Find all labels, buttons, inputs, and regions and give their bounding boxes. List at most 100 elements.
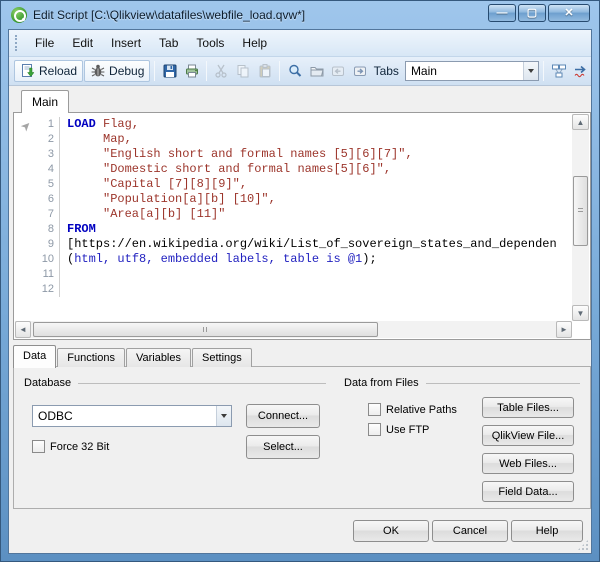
reload-button[interactable]: Reload [14, 60, 84, 82]
connect-button[interactable]: Connect... [246, 404, 320, 428]
scroll-up-icon[interactable]: ▲ [572, 114, 589, 130]
vertical-scrollbar[interactable]: ▲ ▼ [572, 114, 589, 321]
data-from-files-group: Data from Files Relative Paths Use FTP T… [344, 377, 580, 517]
tab-variables[interactable]: Variables [125, 348, 191, 367]
code-line: 11 [14, 267, 572, 282]
forward-icon [354, 66, 367, 76]
line-number: 12 [14, 282, 60, 297]
menu-item-insert[interactable]: Insert [102, 32, 150, 54]
table-viewer-button[interactable] [548, 60, 569, 82]
code-line: 12 [14, 282, 572, 297]
title-bar[interactable]: Edit Script [C:\Qlikview\datafiles\webfi… [1, 1, 599, 29]
toolbar: Reload Debug Tabs Main [9, 57, 591, 86]
save-button[interactable] [159, 60, 180, 82]
window-title: Edit Script [C:\Qlikview\datafiles\webfi… [33, 8, 306, 22]
menu-item-tab[interactable]: Tab [150, 32, 187, 54]
table-files-button[interactable]: Table Files... [482, 397, 574, 418]
back-button[interactable] [328, 60, 349, 82]
code-text: "English short and formal names [5][6][7… [67, 147, 413, 161]
syntax-check-icon [574, 65, 586, 78]
qlikview-file-button[interactable]: QlikView File... [482, 425, 574, 446]
code-text: "Domestic short and formal names[5][6]", [67, 162, 392, 176]
debug-label: Debug [109, 64, 145, 78]
tab-data[interactable]: Data [13, 345, 57, 368]
code-text: FROM [67, 222, 96, 236]
database-group: Database ODBC Connect... Force 32 Bit Se… [24, 377, 326, 472]
copy-button[interactable] [233, 60, 254, 82]
code-line: 7 "Area[a][b] [11]" [14, 207, 572, 222]
help-button[interactable]: Help [511, 520, 583, 542]
tabs-label: Tabs [373, 64, 399, 78]
editor-surface[interactable]: ➤ 1 LOAD Flag, 2 Map, 3 "English short and … [13, 112, 591, 340]
scroll-right-icon[interactable]: ► [556, 321, 572, 338]
line-number: 3 [14, 147, 60, 162]
menu-item-file[interactable]: File [26, 32, 63, 54]
force-32-bit-label: Force 32 Bit [50, 440, 110, 453]
relative-paths-checkbox[interactable]: Relative Paths [368, 403, 457, 416]
code-line: 4 "Domestic short and formal names[5][6]… [14, 162, 572, 177]
forward-button[interactable] [350, 60, 371, 82]
vertical-scrollbar-thumb[interactable] [573, 176, 588, 247]
tab-selector-combobox[interactable]: Main [404, 61, 540, 81]
menu-item-help[interactable]: Help [233, 32, 276, 54]
menu-grip-handle[interactable] [15, 35, 18, 51]
menu-bar: File Edit Insert Tab Tools Help [9, 30, 591, 57]
scroll-left-icon[interactable]: ◄ [15, 321, 31, 338]
edit-script-window: Edit Script [C:\Qlikview\datafiles\webfi… [0, 0, 600, 562]
force-32-bit-checkbox[interactable]: Force 32 Bit [32, 440, 109, 453]
line-number: 6 [14, 192, 60, 207]
line-number: 5 [14, 177, 60, 192]
open-folder-button[interactable] [306, 60, 327, 82]
script-editor-panel: Main ➤ 1 LOAD Flag, 2 Map, 3 "English short… [13, 90, 591, 340]
find-icon [289, 64, 301, 77]
database-combobox-value: ODBC [38, 409, 73, 423]
cancel-button[interactable]: Cancel [432, 520, 508, 542]
checkbox-icon [368, 403, 381, 416]
dropdown-arrow-icon[interactable] [523, 62, 539, 80]
code-line: 2 Map, [14, 132, 572, 147]
menu-item-edit[interactable]: Edit [63, 32, 102, 54]
bottom-tab-control: Data Functions Variables Settings Database … [13, 345, 591, 509]
code-line: 6 "Population[a][b] [10]", [14, 192, 572, 207]
debug-bug-icon [91, 64, 105, 77]
code-text: [https://en.wikipedia.org/wiki/List_of_s… [67, 237, 557, 251]
web-files-button[interactable]: Web Files... [482, 453, 574, 474]
tab-settings[interactable]: Settings [192, 348, 252, 367]
copy-icon [237, 65, 249, 78]
paste-icon [259, 64, 271, 78]
table-viewer-icon [551, 64, 566, 78]
code-line: 3 "English short and formal names [5][6]… [14, 147, 572, 162]
editor-tab-main[interactable]: Main [21, 90, 69, 113]
minimize-button[interactable]: — [488, 4, 516, 22]
use-ftp-checkbox[interactable]: Use FTP [368, 423, 429, 436]
line-number: 2 [14, 132, 60, 147]
select-button[interactable]: Select... [246, 435, 320, 459]
find-button[interactable] [284, 60, 305, 82]
toolbar-separator [206, 61, 207, 81]
dropdown-arrow-icon[interactable] [216, 406, 231, 426]
cut-button[interactable] [211, 60, 232, 82]
line-number: 8 [14, 222, 60, 237]
paste-button[interactable] [255, 60, 276, 82]
horizontal-scrollbar-thumb[interactable] [33, 322, 379, 337]
menu-item-tools[interactable]: Tools [187, 32, 233, 54]
debug-button[interactable]: Debug [84, 60, 151, 82]
ok-button[interactable]: OK [353, 520, 429, 542]
horizontal-scrollbar[interactable]: ◄ ► [15, 321, 572, 338]
group-caption-line [78, 382, 326, 384]
syntax-check-button[interactable] [570, 60, 591, 82]
qlikview-logo-icon [11, 7, 27, 23]
data-tab-page: Database ODBC Connect... Force 32 Bit Se… [13, 366, 591, 509]
scroll-down-icon[interactable]: ▼ [572, 305, 589, 321]
print-button[interactable] [181, 60, 202, 82]
database-combobox[interactable]: ODBC [32, 405, 232, 427]
code-line: 10 (html, utf8, embedded labels, table is… [14, 252, 572, 267]
line-number: 10 [14, 252, 60, 267]
editor-lines: 1 LOAD Flag, 2 Map, 3 "English short and fo… [14, 117, 572, 321]
field-data-button[interactable]: Field Data... [482, 481, 574, 502]
close-button[interactable]: ✕ [548, 4, 590, 22]
maximize-button[interactable]: ▢ [518, 4, 546, 22]
tab-functions[interactable]: Functions [57, 348, 125, 367]
code-text: "Capital [7][8][9]", [67, 177, 248, 191]
code-line: 8 FROM [14, 222, 572, 237]
